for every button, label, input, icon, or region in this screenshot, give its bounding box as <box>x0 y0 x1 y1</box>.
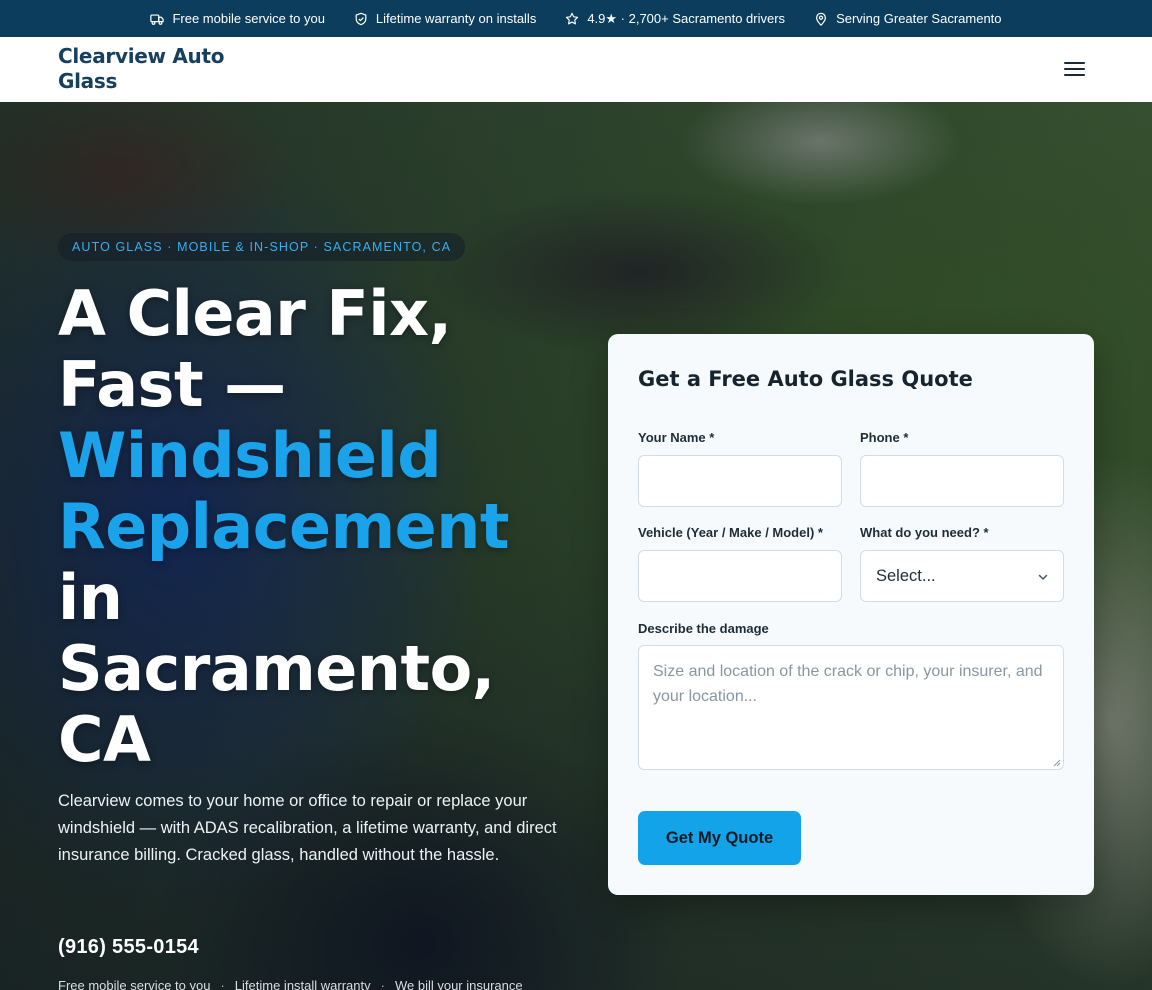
hamburger-menu-button[interactable] <box>1058 55 1090 83</box>
headline-part-1: A Clear Fix, Fast — <box>58 277 452 421</box>
hero-benefits: Free mobile service to you · Lifetime in… <box>58 978 523 990</box>
topbar-label: 4.9★ · 2,700+ Sacramento drivers <box>587 10 786 26</box>
damage-textarea[interactable]: Size and location of the crack or chip, … <box>638 645 1064 770</box>
hero-headline: A Clear Fix, Fast — Windshield Replaceme… <box>58 278 578 775</box>
topbar-item-mobile-service: Free mobile service to you <box>150 11 325 26</box>
vehicle-input[interactable] <box>638 550 842 602</box>
select-value: Select... <box>876 566 936 585</box>
truck-icon <box>150 13 165 25</box>
star-icon <box>566 12 579 24</box>
damage-label: Describe the damage <box>638 621 769 636</box>
quote-form-card: Get a Free Auto Glass Quote Your Name * … <box>608 334 1094 895</box>
benefit-item: Lifetime install warranty <box>234 978 371 990</box>
map-pin-icon <box>816 12 827 26</box>
topbar-item-service-area: Serving Greater Sacramento <box>814 11 1002 26</box>
quote-form-title: Get a Free Auto Glass Quote <box>638 367 973 391</box>
topbar-label: Free mobile service to you <box>172 11 325 26</box>
service-need-label: What do you need? * <box>860 525 989 540</box>
site-header: Clearview Auto Glass <box>0 37 1152 102</box>
name-input[interactable] <box>638 455 842 507</box>
chevron-down-icon <box>1038 574 1048 580</box>
name-label: Your Name * <box>638 430 715 445</box>
resize-handle-icon[interactable] <box>1053 759 1061 767</box>
topbar-label: Lifetime warranty on installs <box>375 11 537 26</box>
topbar-item-warranty: Lifetime warranty on installs <box>354 11 536 26</box>
get-quote-button[interactable]: Get My Quote <box>638 811 801 865</box>
hero-description: Clearview comes to your home or office t… <box>58 792 557 864</box>
hero-phone-link[interactable]: (916) 555-0154 <box>58 936 199 959</box>
headline-accent: Windshield Replacement <box>58 419 510 563</box>
vehicle-label: Vehicle (Year / Make / Model) * <box>638 525 823 540</box>
damage-placeholder: Size and location of the crack or chip, … <box>653 663 1043 705</box>
shield-check-icon <box>355 12 367 25</box>
benefit-separator: · <box>380 978 385 990</box>
hero-section: AUTO GLASS · MOBILE & IN-SHOP · SACRAMEN… <box>0 102 1152 990</box>
headline-part-2: in Sacramento, CA <box>58 561 495 776</box>
benefit-item: We bill your insurance <box>394 978 523 990</box>
phone-input[interactable] <box>860 455 1064 507</box>
topbar-label: Serving Greater Sacramento <box>836 11 1002 26</box>
announcement-bar: Free mobile service to you Lifetime warr… <box>0 0 1152 37</box>
topbar-item-rating: 4.9★ · 2,700+ Sacramento drivers <box>565 11 785 27</box>
benefit-separator: · <box>220 978 225 990</box>
service-need-select[interactable]: Select... <box>860 550 1064 602</box>
benefit-item: Free mobile service to you <box>58 978 211 990</box>
hero-eyebrow-tag: AUTO GLASS · MOBILE & IN-SHOP · SACRAMEN… <box>58 233 466 261</box>
hamburger-menu-icon <box>1064 62 1085 76</box>
phone-label: Phone * <box>860 430 909 445</box>
site-logo[interactable]: Clearview Auto Glass <box>58 44 248 94</box>
